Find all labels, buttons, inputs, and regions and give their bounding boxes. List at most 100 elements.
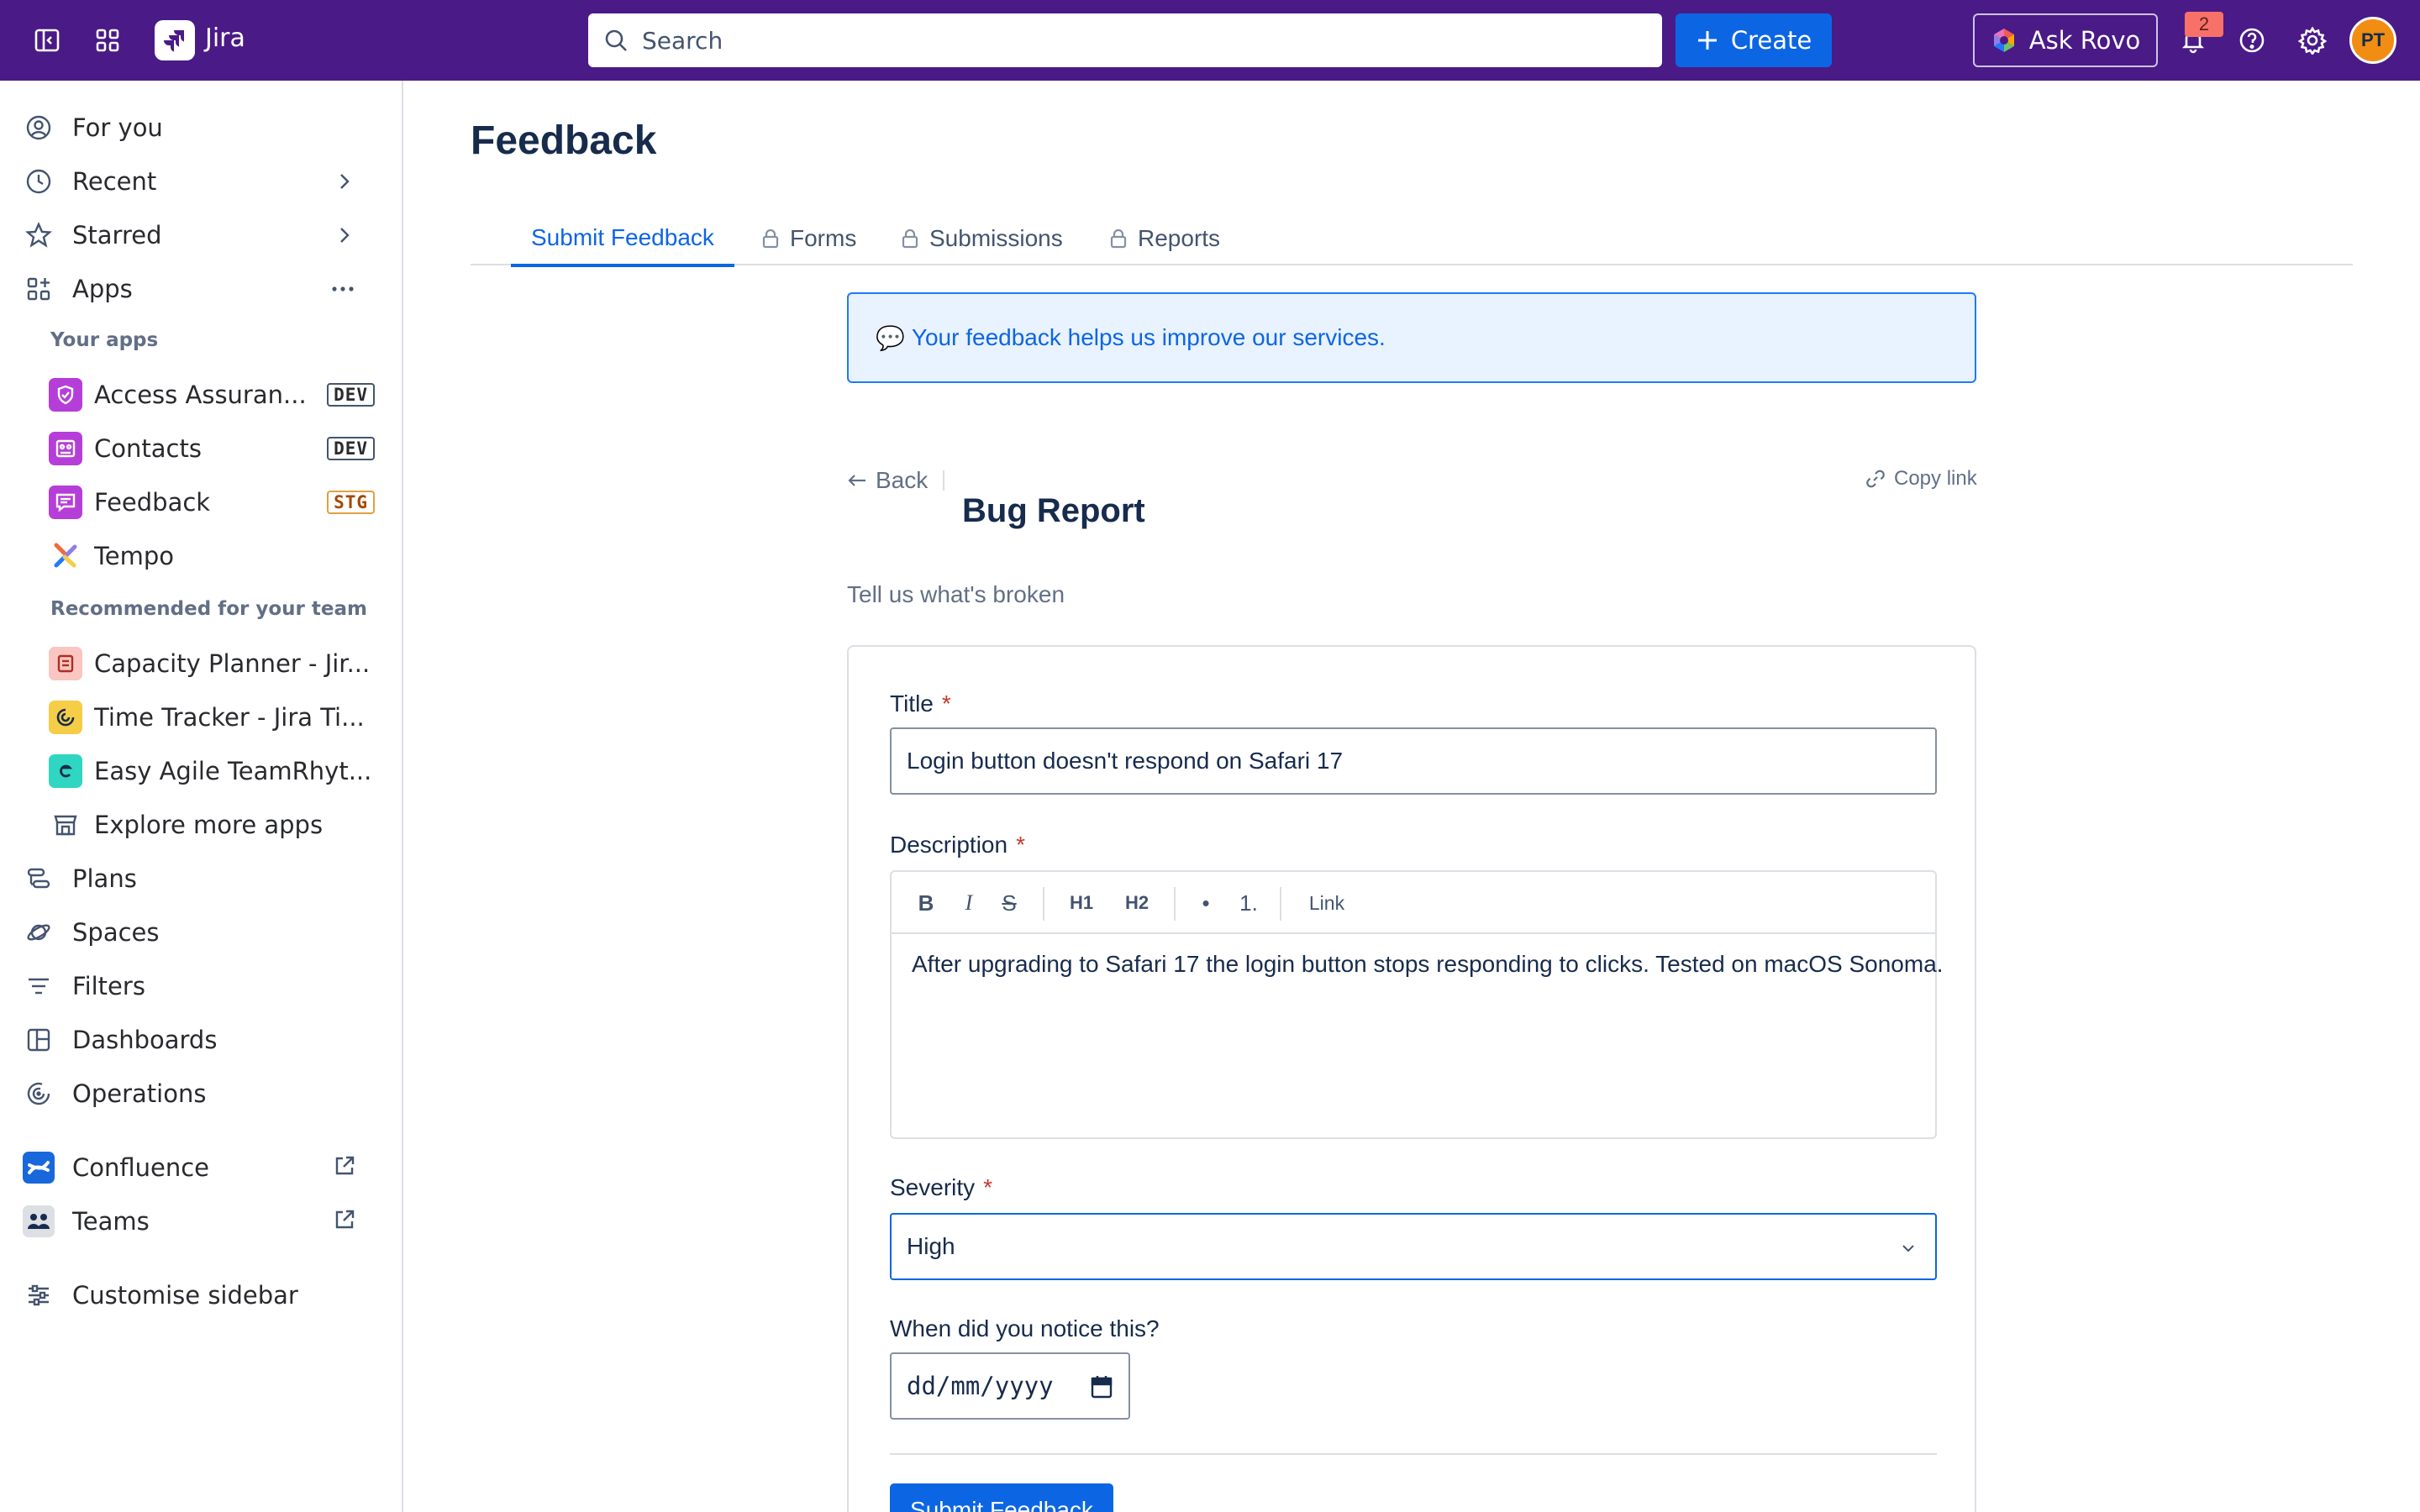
sidebar-item-teams[interactable]: Teams xyxy=(17,1198,378,1245)
sidebar-item-starred[interactable]: Starred xyxy=(17,212,378,259)
external-link-icon xyxy=(333,1208,356,1231)
dashboard-icon xyxy=(17,1016,60,1063)
avatar[interactable]: PT xyxy=(2349,17,2396,64)
gear-icon[interactable] xyxy=(2296,24,2329,57)
sidebar-item-for-you[interactable]: For you xyxy=(17,104,378,151)
submit-feedback-button[interactable]: Submit Feedback xyxy=(890,1483,1113,1512)
tab-reports[interactable]: Reports xyxy=(1109,212,1220,265)
sidebar-app-easy-agile[interactable]: Easy Agile TeamRhyt... xyxy=(49,748,383,795)
create-button[interactable]: Create xyxy=(1676,13,1832,67)
sidebar-item-filters[interactable]: Filters xyxy=(17,963,378,1010)
info-banner: 💬 Your feedback helps us improve our ser… xyxy=(847,292,1976,383)
form-title: Bug Report xyxy=(962,492,1145,529)
sidebar-item-customise[interactable]: Customise sidebar xyxy=(17,1272,378,1319)
severity-select[interactable]: High xyxy=(890,1213,1937,1280)
title-input[interactable]: Login button doesn't respond on Safari 1… xyxy=(890,727,1937,795)
search-input[interactable]: Search xyxy=(588,13,1662,67)
teams-icon xyxy=(17,1198,60,1245)
ask-rovo-button[interactable]: Ask Rovo xyxy=(1973,13,2158,67)
tab-label: Submissions xyxy=(929,225,1063,251)
sidebar-app-capacity-planner[interactable]: Capacity Planner - Jir... xyxy=(49,640,383,687)
sidebar-item-dashboards[interactable]: Dashboards xyxy=(17,1016,378,1063)
top-navigation-bar: Jira Search Create Ask Rovo 2 PT xyxy=(0,0,2420,81)
sidebar-app-access-assurance[interactable]: Access Assuran... DEV xyxy=(49,371,383,418)
time-tracker-icon xyxy=(49,701,82,734)
bold-button[interactable]: B xyxy=(913,887,939,919)
notification-count-badge: 2 xyxy=(2185,12,2223,37)
ask-rovo-label: Ask Rovo xyxy=(2028,26,2141,55)
sidebar-app-contacts[interactable]: Contacts DEV xyxy=(49,425,383,472)
copy-link-button[interactable]: Copy link xyxy=(1864,467,1977,491)
tab-submissions[interactable]: Submissions xyxy=(901,212,1063,265)
sidebar-item-label: Starred xyxy=(72,221,162,249)
sidebar-toggle-icon[interactable] xyxy=(30,24,64,57)
app-label: Contacts xyxy=(94,434,202,463)
heading1-button[interactable]: H1 xyxy=(1065,887,1098,919)
tab-forms[interactable]: Forms xyxy=(761,212,856,265)
more-options-icon[interactable] xyxy=(329,277,356,301)
sidebar-item-label: Filters xyxy=(72,972,145,1000)
toolbar-divider xyxy=(1280,887,1281,921)
customise-sliders-icon xyxy=(17,1272,60,1319)
chevron-right-icon xyxy=(333,170,356,193)
sidebar-item-plans[interactable]: Plans xyxy=(17,855,378,902)
date-input[interactable]: dd/mm/yyyy xyxy=(890,1352,1130,1420)
back-link[interactable]: Back xyxy=(847,467,928,494)
external-link-icon xyxy=(333,1154,356,1178)
plans-icon xyxy=(17,855,60,902)
plus-icon xyxy=(1696,29,1719,52)
rovo-icon xyxy=(1991,27,2018,54)
numbered-list-button[interactable]: 1. xyxy=(1236,887,1261,919)
recommended-heading: Recommended for your team xyxy=(50,598,367,620)
apps-grid-icon xyxy=(17,265,60,312)
link-button[interactable]: Link xyxy=(1302,887,1352,919)
italic-button[interactable]: I xyxy=(959,887,979,919)
user-circle-icon xyxy=(17,104,60,151)
env-badge: STG xyxy=(327,491,375,514)
tab-label: Reports xyxy=(1138,225,1221,251)
sidebar-item-recent[interactable]: Recent xyxy=(17,158,378,205)
tab-submit-feedback[interactable]: Submit Feedback xyxy=(511,212,734,267)
sidebar-explore-more-apps[interactable]: Explore more apps xyxy=(49,801,383,848)
lock-icon xyxy=(901,228,919,249)
app-label: Feedback xyxy=(94,488,211,517)
sidebar: For you Recent Starred Apps Your apps Ac… xyxy=(0,81,403,1512)
severity-field-label: Severity * xyxy=(890,1174,992,1201)
app-label: Capacity Planner - Jir... xyxy=(94,649,371,678)
env-badge: DEV xyxy=(327,383,375,407)
form-subtitle: Tell us what's broken xyxy=(847,581,1065,607)
required-marker: * xyxy=(941,690,951,717)
sidebar-app-tempo[interactable]: Tempo xyxy=(49,533,383,580)
easy-agile-icon xyxy=(49,754,82,788)
help-icon[interactable] xyxy=(2235,24,2269,57)
app-switcher-icon[interactable] xyxy=(91,24,124,57)
app-label: Time Tracker - Jira Ti... xyxy=(94,703,365,732)
app-name[interactable]: Jira xyxy=(205,24,245,53)
sidebar-item-label: Teams xyxy=(72,1207,150,1236)
chevron-down-icon xyxy=(1900,1240,1917,1257)
strikethrough-button[interactable]: S xyxy=(997,887,1021,919)
sidebar-item-spaces[interactable]: Spaces xyxy=(17,909,378,956)
sidebar-item-label: Operations xyxy=(72,1079,207,1108)
jira-logo-icon[interactable] xyxy=(155,20,195,60)
sidebar-item-apps[interactable]: Apps xyxy=(17,265,378,312)
copy-link-label: Copy link xyxy=(1894,467,1977,490)
sidebar-app-time-tracker[interactable]: Time Tracker - Jira Ti... xyxy=(49,694,383,741)
severity-label-text: Severity xyxy=(890,1174,976,1200)
app-label: Easy Agile TeamRhyt... xyxy=(94,757,372,785)
sidebar-item-confluence[interactable]: Confluence xyxy=(17,1144,378,1191)
sidebar-app-feedback[interactable]: Feedback STG xyxy=(49,479,383,526)
required-marker: * xyxy=(983,1174,993,1200)
calendar-icon[interactable] xyxy=(1090,1374,1113,1399)
app-label: Access Assuran... xyxy=(94,381,307,409)
shield-icon xyxy=(49,378,82,412)
sidebar-item-operations[interactable]: Operations xyxy=(17,1070,378,1117)
tempo-icon xyxy=(49,539,82,573)
storefront-icon xyxy=(49,808,82,842)
tab-label: Submit Feedback xyxy=(531,224,714,250)
env-badge: DEV xyxy=(327,437,375,460)
description-text[interactable]: After upgrading to Safari 17 the login b… xyxy=(912,951,1944,978)
bullet-list-button[interactable]: • xyxy=(1196,887,1216,919)
heading2-button[interactable]: H2 xyxy=(1120,887,1154,919)
description-editor[interactable]: B I S H1 H2 • 1. Link After upgrading to… xyxy=(890,870,1944,1139)
